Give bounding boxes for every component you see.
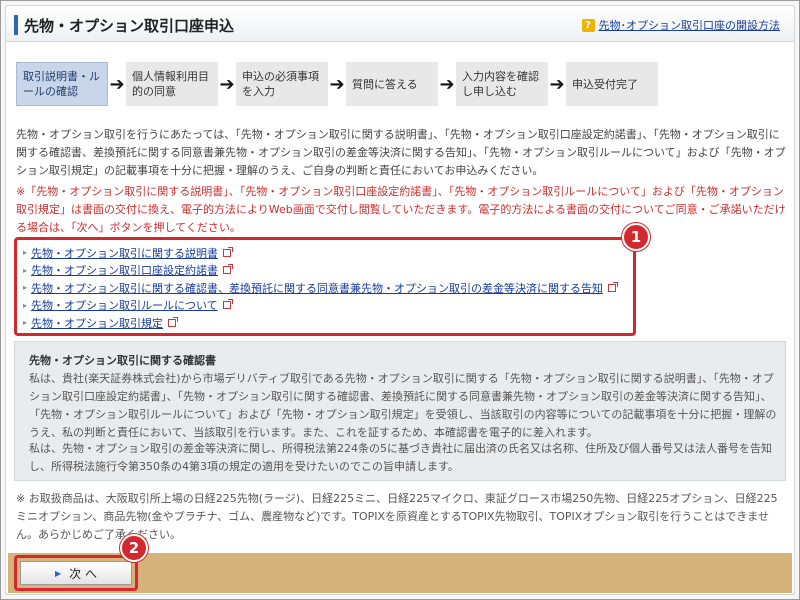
help-question-icon: ? [581, 18, 595, 32]
account-agreement-link[interactable]: 先物・オプション取引口座設定約諾書 [31, 262, 218, 278]
step-arrow-icon: ➔ [439, 73, 455, 95]
next-button[interactable]: ▶ 次 へ [20, 561, 132, 585]
electronic-delivery-notice: ※「先物・オプション取引に関する説明書」、「先物・オプション取引口座設定約諾書」… [16, 185, 786, 234]
external-window-icon [608, 281, 618, 292]
confirmation-statement-box: 先物・オプション取引に関する確認書 私は、貴社(楽天証券株式会社)から市場デリバ… [14, 341, 786, 481]
confirmation-paragraph-1: 私は、貴社(楽天証券株式会社)から市場デリバティブ取引である先物・オプション取引… [29, 372, 777, 439]
step-5-confirm-submit: 入力内容を確認し申し込む [456, 62, 548, 106]
document-link-row[interactable]: ▸ 先物・オプション取引規定 [23, 314, 627, 332]
document-link-row[interactable]: ▸ 先物・オプション取引ルールについて [23, 297, 627, 315]
screen-frame: 先物・オプション取引口座申込 ? 先物･オプション取引口座の開設方法 取引説明書… [0, 0, 800, 600]
step-arrow-icon: ➔ [549, 73, 565, 95]
step-4-questions: 質問に答える [346, 62, 438, 106]
account-opening-guide-link[interactable]: 先物･オプション取引口座の開設方法 [599, 17, 781, 33]
step-3-required-input: 申込の必須事項を入力 [236, 62, 328, 106]
document-link-row[interactable]: ▸ 先物・オプション取引に関する説明書 [23, 244, 627, 262]
external-window-icon [223, 264, 233, 275]
document-link-row[interactable]: ▸ 先物・オプション取引口座設定約諾書 [23, 262, 627, 280]
link-bullet-icon: ▸ [23, 300, 28, 310]
step-6-complete: 申込受付完了 [566, 62, 658, 106]
right-arrow-icon: ▶ [55, 568, 62, 578]
link-bullet-icon: ▸ [23, 283, 28, 293]
callout-badge-2: 2 [120, 534, 148, 562]
step-arrow-icon: ➔ [109, 73, 125, 95]
step-2-privacy-consent: 個人情報利用目的の同意 [126, 62, 218, 106]
external-window-icon [223, 246, 233, 257]
step-arrow-icon: ➔ [329, 73, 345, 95]
page-header: 先物・オプション取引口座申込 ? 先物･オプション取引口座の開設方法 [6, 6, 794, 42]
confirmation-title: 先物・オプション取引に関する確認書 [29, 354, 216, 367]
callout-badge-1: 1 [622, 223, 650, 251]
external-window-icon [168, 316, 178, 327]
help-link-area[interactable]: ? 先物･オプション取引口座の開設方法 [581, 17, 781, 33]
link-bullet-icon: ▸ [23, 248, 28, 258]
document-links-box: ▸ 先物・オプション取引に関する説明書 ▸ 先物・オプション取引口座設定約諾書 … [14, 237, 636, 336]
explanation-document-link[interactable]: 先物・オプション取引に関する説明書 [31, 245, 218, 261]
confirmation-paragraph-2: 私は、先物・オプション取引の差金等決済に関し、所得税法第224条の5に基づき貴社… [29, 442, 772, 473]
page-container: 先物・オプション取引口座申込 ? 先物･オプション取引口座の開設方法 取引説明書… [5, 5, 795, 595]
external-window-icon [222, 299, 233, 310]
link-bullet-icon: ▸ [23, 318, 28, 328]
link-bullet-icon: ▸ [23, 265, 28, 275]
step-indicator: 取引説明書・ルールの確認 ➔ 個人情報利用目的の同意 ➔ 申込の必須事項を入力 … [16, 62, 658, 106]
title-accent-bar [14, 15, 18, 35]
step-1-rules-confirmation: 取引説明書・ルールの確認 [16, 62, 108, 106]
step-arrow-icon: ➔ [219, 73, 235, 95]
next-button-label: 次 へ [69, 566, 97, 581]
trading-regulations-link[interactable]: 先物・オプション取引規定 [31, 315, 163, 331]
document-link-row[interactable]: ▸ 先物・オプション取引に関する確認書、差換預託に関する同意書兼先物・オプション… [23, 279, 627, 297]
intro-description: 先物・オプション取引を行うにあたっては、「先物・オプション取引に関する説明書」、… [16, 128, 786, 177]
trading-rules-link[interactable]: 先物・オプション取引ルールについて [31, 297, 218, 313]
page-title: 先物・オプション取引口座申込 [24, 17, 235, 35]
confirmation-consent-notice-link[interactable]: 先物・オプション取引に関する確認書、差換預託に関する同意書兼先物・オプション取引… [31, 280, 603, 296]
